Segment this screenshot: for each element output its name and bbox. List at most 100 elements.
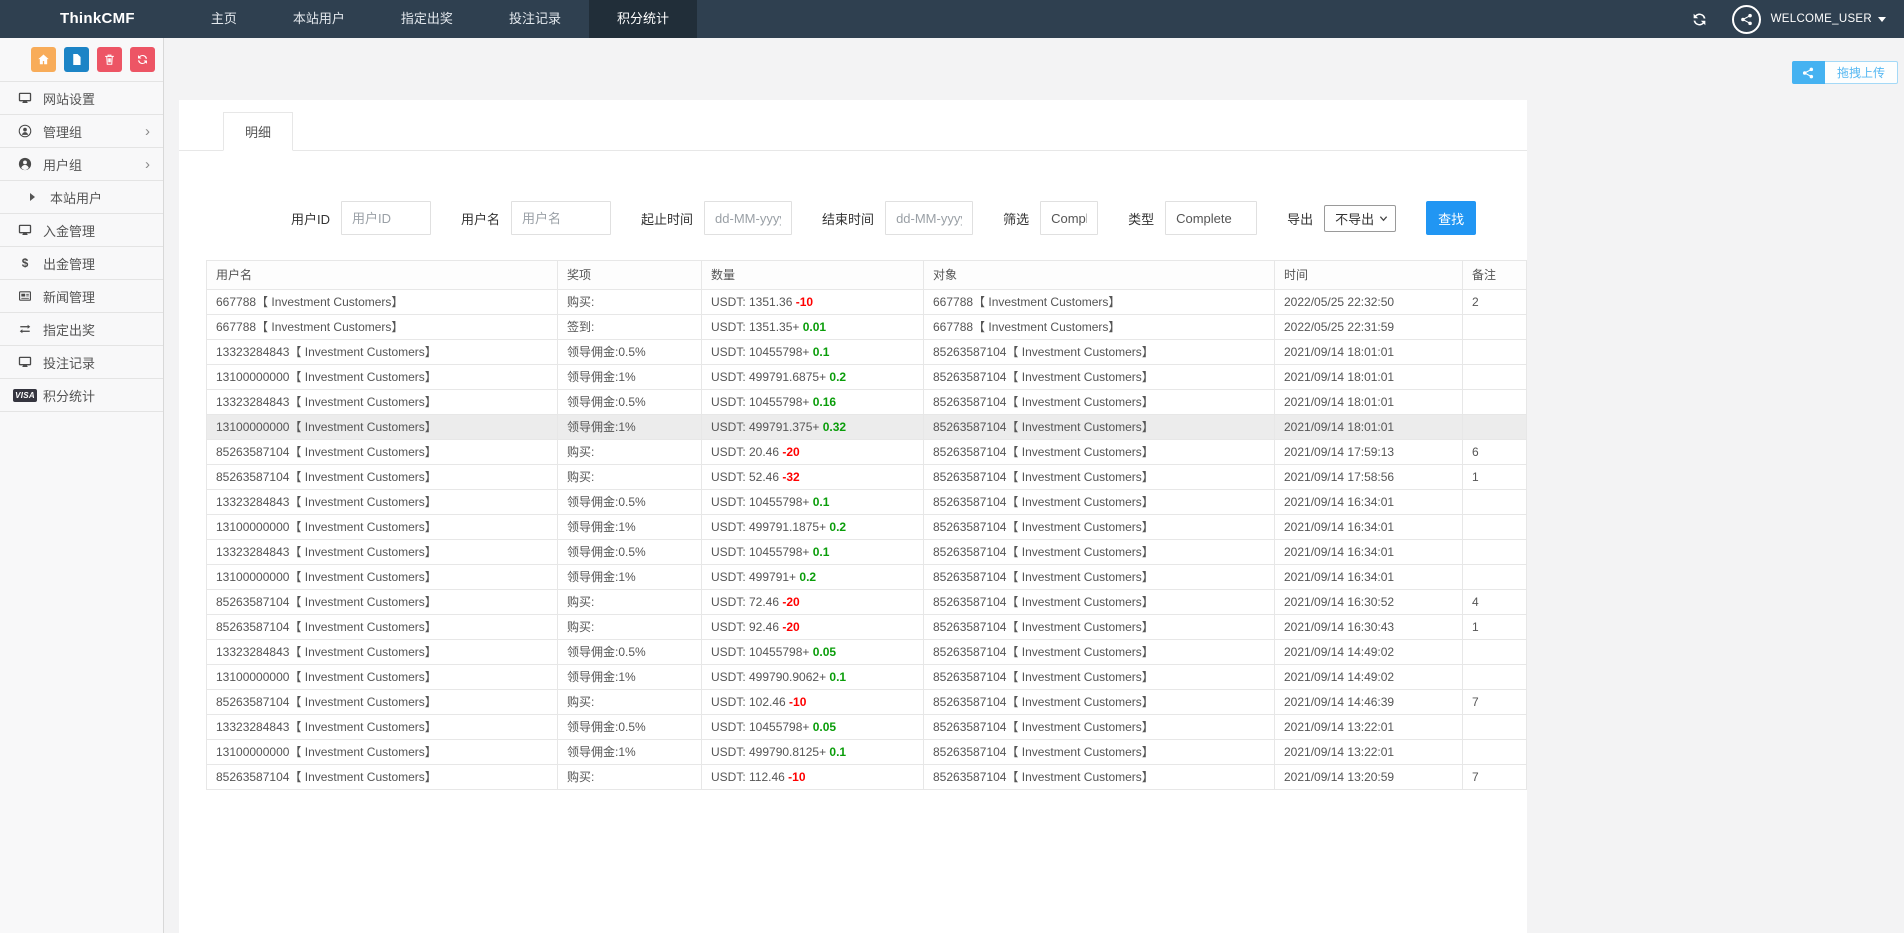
nav-item-1[interactable]: 本站用户 [265,0,373,38]
home-quick-button[interactable] [31,47,56,72]
nav-item-3[interactable]: 投注记录 [481,0,589,38]
cell-username: 13100000000【 Investment Customers】 [207,740,558,765]
cell-note: 6 [1463,440,1527,465]
cell-note [1463,390,1527,415]
sidebar-item-label: 入金管理 [43,221,95,240]
sidebar-item-8[interactable]: 投注记录 [0,346,163,379]
table-row: 13100000000【 Investment Customers】领导佣金:1… [207,365,1527,390]
username-input[interactable] [511,201,611,235]
nav-item-4[interactable]: 积分统计 [589,0,697,38]
nav-item-2[interactable]: 指定出奖 [373,0,481,38]
user-menu[interactable]: WELCOME_USER [1771,13,1886,25]
cell-target: 85263587104【 Investment Customers】 [924,515,1275,540]
cell-target: 667788【 Investment Customers】 [924,290,1275,315]
refresh-icon[interactable] [1691,11,1708,28]
filter-input[interactable] [1040,201,1098,235]
sidebar-item-5[interactable]: $出金管理 [0,247,163,280]
cell-username: 13323284843【 Investment Customers】 [207,340,558,365]
sidebar-item-0[interactable]: 网站设置 [0,82,163,115]
cell-target: 85263587104【 Investment Customers】 [924,590,1275,615]
cell-prize: 领导佣金:1% [558,515,702,540]
caret-right-icon [30,193,35,201]
cell-prize: 领导佣金:1% [558,415,702,440]
cell-time: 2021/09/14 17:59:13 [1275,440,1463,465]
cell-note: 7 [1463,690,1527,715]
cell-target: 85263587104【 Investment Customers】 [924,490,1275,515]
sidebar-item-9[interactable]: VISA积分统计 [0,379,163,412]
cell-time: 2021/09/14 16:34:01 [1275,515,1463,540]
cell-time: 2021/09/14 14:46:39 [1275,690,1463,715]
sidebar-item-label: 投注记录 [43,353,95,372]
sidebar-item-4[interactable]: 入金管理 [0,214,163,247]
user-id-input[interactable] [341,201,431,235]
start-time-input[interactable] [704,201,792,235]
column-header-3: 对象 [924,261,1275,290]
search-button[interactable]: 查找 [1426,201,1476,235]
sidebar-item-label: 本站用户 [50,188,102,207]
desktop-icon [14,91,36,105]
export-select[interactable]: 不导出 [1324,205,1396,232]
cell-note [1463,740,1527,765]
cell-target: 85263587104【 Investment Customers】 [924,765,1275,790]
table-row: 13323284843【 Investment Customers】领导佣金:0… [207,490,1527,515]
cell-amount: USDT: 499790.8125+ 0.1 [702,740,924,765]
cell-amount: USDT: 20.46 -20 [702,440,924,465]
cell-amount: USDT: 1351.36 -10 [702,290,924,315]
cell-target: 85263587104【 Investment Customers】 [924,365,1275,390]
cell-username: 13323284843【 Investment Customers】 [207,490,558,515]
file-quick-button[interactable] [64,47,89,72]
home-icon [37,53,50,66]
avatar[interactable] [1732,5,1761,34]
cell-prize: 购买: [558,465,702,490]
cell-amount: USDT: 10455798+ 0.05 [702,715,924,740]
user-menu-label: WELCOME_USER [1771,13,1872,25]
sidebar-item-6[interactable]: 新闻管理 [0,280,163,313]
cell-amount: USDT: 10455798+ 0.1 [702,490,924,515]
cell-target: 85263587104【 Investment Customers】 [924,690,1275,715]
table-row: 13100000000【 Investment Customers】领导佣金:1… [207,515,1527,540]
drag-upload-button[interactable]: 拖拽上传 [1792,61,1898,84]
cell-time: 2021/09/14 18:01:01 [1275,415,1463,440]
cell-username: 13100000000【 Investment Customers】 [207,665,558,690]
cell-note [1463,540,1527,565]
sidebar-item-3[interactable]: 本站用户 [0,181,163,214]
table-row: 85263587104【 Investment Customers】购买:USD… [207,440,1527,465]
sidebar-item-1[interactable]: 管理组› [0,115,163,148]
cell-time: 2021/09/14 17:58:56 [1275,465,1463,490]
nav-item-0[interactable]: 主页 [183,0,265,38]
brand[interactable]: ThinkCMF [60,0,135,38]
share-icon [1792,61,1825,84]
exchange-icon [14,322,36,336]
table-row: 85263587104【 Investment Customers】购买:USD… [207,465,1527,490]
cell-prize: 购买: [558,590,702,615]
cell-amount: USDT: 72.46 -20 [702,590,924,615]
cell-time: 2021/09/14 14:49:02 [1275,665,1463,690]
tab-detail[interactable]: 明细 [223,112,293,151]
cell-username: 13100000000【 Investment Customers】 [207,515,558,540]
table-header-row: 用户名奖项数量对象时间备注 [207,261,1527,290]
trash-icon [103,53,116,66]
cell-target: 85263587104【 Investment Customers】 [924,740,1275,765]
cell-time: 2021/09/14 18:01:01 [1275,365,1463,390]
cell-username: 13323284843【 Investment Customers】 [207,640,558,665]
cell-username: 13100000000【 Investment Customers】 [207,565,558,590]
cell-time: 2021/09/14 13:20:59 [1275,765,1463,790]
cell-target: 85263587104【 Investment Customers】 [924,390,1275,415]
cell-amount: USDT: 10455798+ 0.1 [702,540,924,565]
sidebar-menu: 网站设置管理组›用户组› 本站用户入金管理 $出金管理新闻管理指定出奖投注记录 VIS… [0,82,163,412]
trash-quick-button[interactable] [97,47,122,72]
table-row: 13100000000【 Investment Customers】领导佣金:1… [207,665,1527,690]
filter-label-user-id: 用户ID [291,209,330,228]
visa-icon: VISA [14,389,36,402]
chevron-down-icon [1379,214,1388,223]
cell-username: 85263587104【 Investment Customers】 [207,690,558,715]
recycle-quick-button[interactable] [130,47,155,72]
sidebar-item-7[interactable]: 指定出奖 [0,313,163,346]
cell-username: 85263587104【 Investment Customers】 [207,440,558,465]
cell-username: 85263587104【 Investment Customers】 [207,615,558,640]
sidebar-item-2[interactable]: 用户组› [0,148,163,181]
end-time-input[interactable] [885,201,973,235]
cell-prize: 领导佣金:0.5% [558,390,702,415]
type-input[interactable] [1165,201,1257,235]
cell-prize: 购买: [558,615,702,640]
